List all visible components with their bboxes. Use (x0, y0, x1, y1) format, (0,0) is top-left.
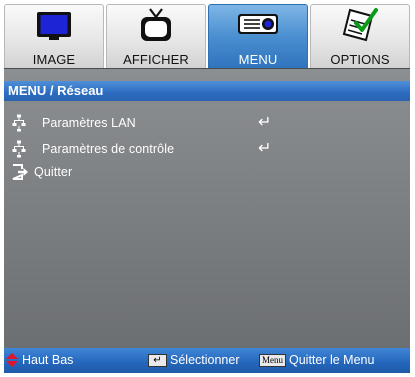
tab-bar: IMAGE AFFICHER MENU OPTIONS (4, 4, 410, 68)
monitor-icon (35, 5, 73, 45)
nav-hint: Haut Bas (6, 353, 73, 367)
network-icon (12, 114, 42, 132)
tab-afficher[interactable]: AFFICHER (106, 4, 206, 68)
tab-options[interactable]: OPTIONS (310, 4, 410, 68)
enter-icon: ↵ (258, 140, 272, 157)
menu-item-control-settings[interactable]: Paramètres de contrôle ↵ (12, 138, 332, 160)
tab-options-label: OPTIONS (330, 52, 390, 67)
network-icon (12, 140, 42, 158)
tv-icon (137, 5, 175, 45)
tab-image-label: IMAGE (32, 52, 76, 67)
tab-afficher-label: AFFICHER (123, 52, 189, 67)
breadcrumb-label: MENU / Réseau (8, 83, 104, 98)
tab-menu-label: MENU (238, 52, 278, 67)
quit-hint-label: Quitter le Menu (289, 353, 375, 367)
osd-menu: IMAGE AFFICHER MENU OPTIONS MENU / Résea… (0, 0, 415, 377)
projector-icon (236, 5, 280, 45)
quit-hint: Menu Quitter le Menu (259, 353, 374, 367)
tab-image[interactable]: IMAGE (4, 4, 104, 68)
menu-item-exit[interactable]: Quitter (12, 161, 332, 183)
tab-menu[interactable]: MENU (208, 4, 308, 68)
menu-item-lan-settings[interactable]: Paramètres LAN ↵ (12, 112, 332, 134)
enter-icon: ↵ (258, 114, 272, 131)
menu-item-label: Paramètres LAN (42, 116, 136, 130)
enter-key-icon: ↵ (148, 353, 167, 367)
notepad-check-icon (340, 5, 380, 45)
menu-item-label: Quitter (34, 165, 73, 179)
menu-item-label: Paramètres de contrôle (42, 142, 175, 156)
menu-panel: MENU / Réseau Paramètres LAN ↵ Paramètre… (4, 68, 410, 349)
select-hint-label: Sélectionner (170, 353, 240, 367)
nav-hint-label: Haut Bas (22, 353, 74, 367)
exit-icon (12, 164, 34, 180)
breadcrumb: MENU / Réseau (4, 81, 410, 101)
select-hint: ↵ Sélectionner (148, 353, 240, 367)
up-down-arrow-icon (6, 353, 18, 367)
menu-key-icon: Menu (259, 353, 286, 367)
status-bar: Haut Bas ↵ Sélectionner Menu Quitter le … (4, 348, 410, 373)
